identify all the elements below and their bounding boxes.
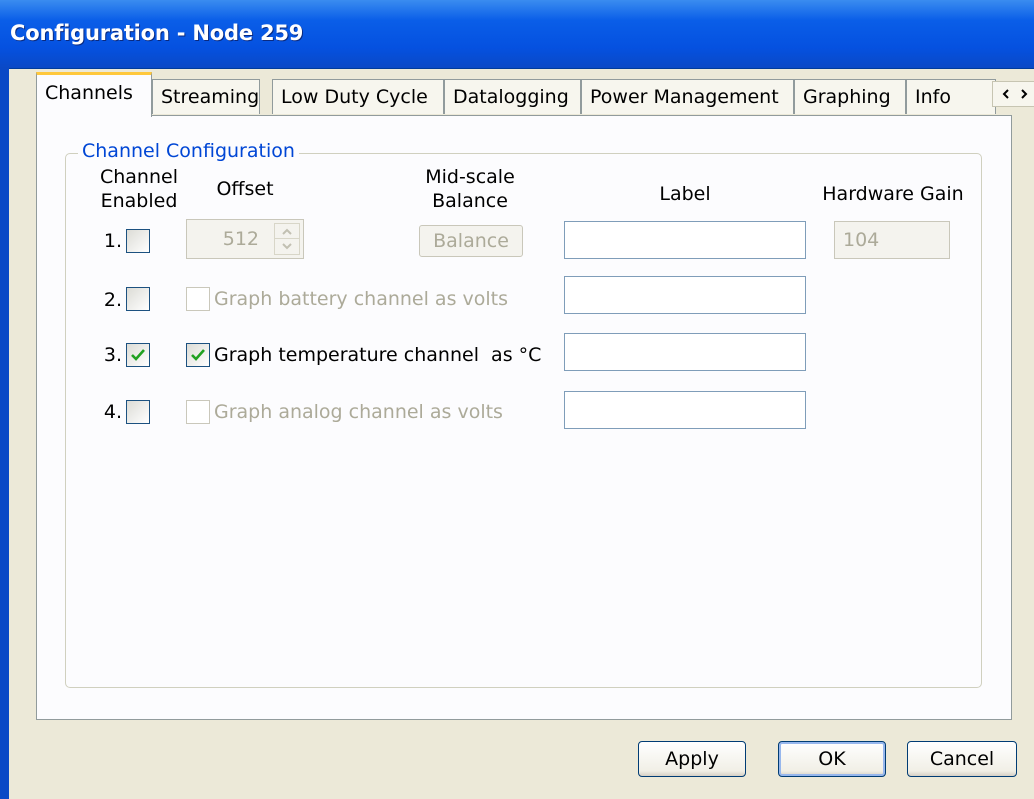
checkmark-icon — [191, 349, 205, 361]
graph-temperature-checkbox[interactable] — [186, 343, 210, 367]
cancel-button[interactable]: Cancel — [907, 741, 1017, 777]
tab-power-management[interactable]: Power Management — [581, 79, 794, 114]
window-frame-left — [0, 68, 9, 799]
header-hardware-gain: Hardware Gain — [822, 183, 964, 205]
channel-4-enabled-checkbox[interactable] — [126, 400, 150, 424]
channel-4-label-input[interactable] — [564, 391, 806, 429]
ok-button[interactable]: OK — [778, 741, 886, 777]
spin-up-icon — [282, 228, 292, 235]
channel-2-label-input[interactable] — [564, 276, 806, 314]
graph-analog-volts-label: Graph analog channel as volts — [214, 401, 503, 423]
balance-button: Balance — [419, 225, 523, 257]
channel-1-enabled-checkbox[interactable] — [126, 229, 150, 253]
window-title: Configuration - Node 259 — [10, 21, 304, 45]
apply-button[interactable]: Apply — [638, 741, 746, 777]
tab-low-duty-cycle[interactable]: Low Duty Cycle — [272, 79, 444, 114]
channel-number: 4. — [103, 401, 122, 423]
header-label: Label — [659, 183, 711, 205]
header-offset: Offset — [216, 178, 274, 200]
tab-scroll-buttons — [992, 81, 1034, 107]
chevron-left-icon[interactable] — [1000, 87, 1012, 101]
channel-number: 3. — [103, 344, 122, 366]
header-channel-enabled: Channel Enabled — [99, 166, 178, 212]
hardware-gain-field: 104 — [834, 221, 950, 259]
group-title: Channel Configuration — [78, 139, 299, 163]
tab-label: Streaming — [161, 86, 260, 108]
tab-graphing[interactable]: Graphing — [794, 79, 906, 114]
channel-2-enabled-checkbox[interactable] — [126, 287, 150, 311]
graph-battery-volts-label: Graph battery channel as volts — [214, 288, 509, 310]
tab-label: Power Management — [590, 86, 779, 108]
tab-strip: Channels Streaming Low Duty Cycle Datalo… — [36, 70, 1034, 117]
channel-number: 2. — [103, 289, 122, 311]
channel-number: 1. — [103, 230, 122, 252]
spin-down-icon — [282, 243, 292, 250]
checkmark-icon — [131, 349, 145, 361]
tab-channels[interactable]: Channels — [36, 72, 152, 117]
channel-3-label-input[interactable] — [564, 333, 806, 371]
channel-3-enabled-checkbox[interactable] — [126, 343, 150, 367]
graph-battery-volts-checkbox — [186, 287, 210, 311]
tab-label: Channels — [45, 82, 133, 104]
offset-spinner: 512 — [186, 219, 304, 259]
tab-label: Low Duty Cycle — [281, 86, 428, 108]
tab-label: Info — [915, 86, 951, 108]
tab-info[interactable]: Info — [906, 79, 996, 114]
channel-1-label-input[interactable] — [564, 221, 806, 259]
header-mid-scale-balance: Mid-scale Balance — [425, 166, 515, 212]
graph-analog-volts-checkbox — [186, 400, 210, 424]
graph-temperature-label: Graph temperature channel as °C — [214, 344, 542, 366]
chevron-right-icon[interactable] — [1018, 87, 1030, 101]
title-bar[interactable]: Configuration - Node 259 — [0, 0, 1034, 69]
offset-value: 512 — [222, 228, 259, 250]
tab-datalogging[interactable]: Datalogging — [444, 79, 581, 114]
tab-label: Graphing — [803, 86, 891, 108]
tab-streaming[interactable]: Streaming — [152, 79, 260, 114]
tab-label: Datalogging — [453, 86, 569, 108]
spinner-arrows — [274, 223, 300, 255]
